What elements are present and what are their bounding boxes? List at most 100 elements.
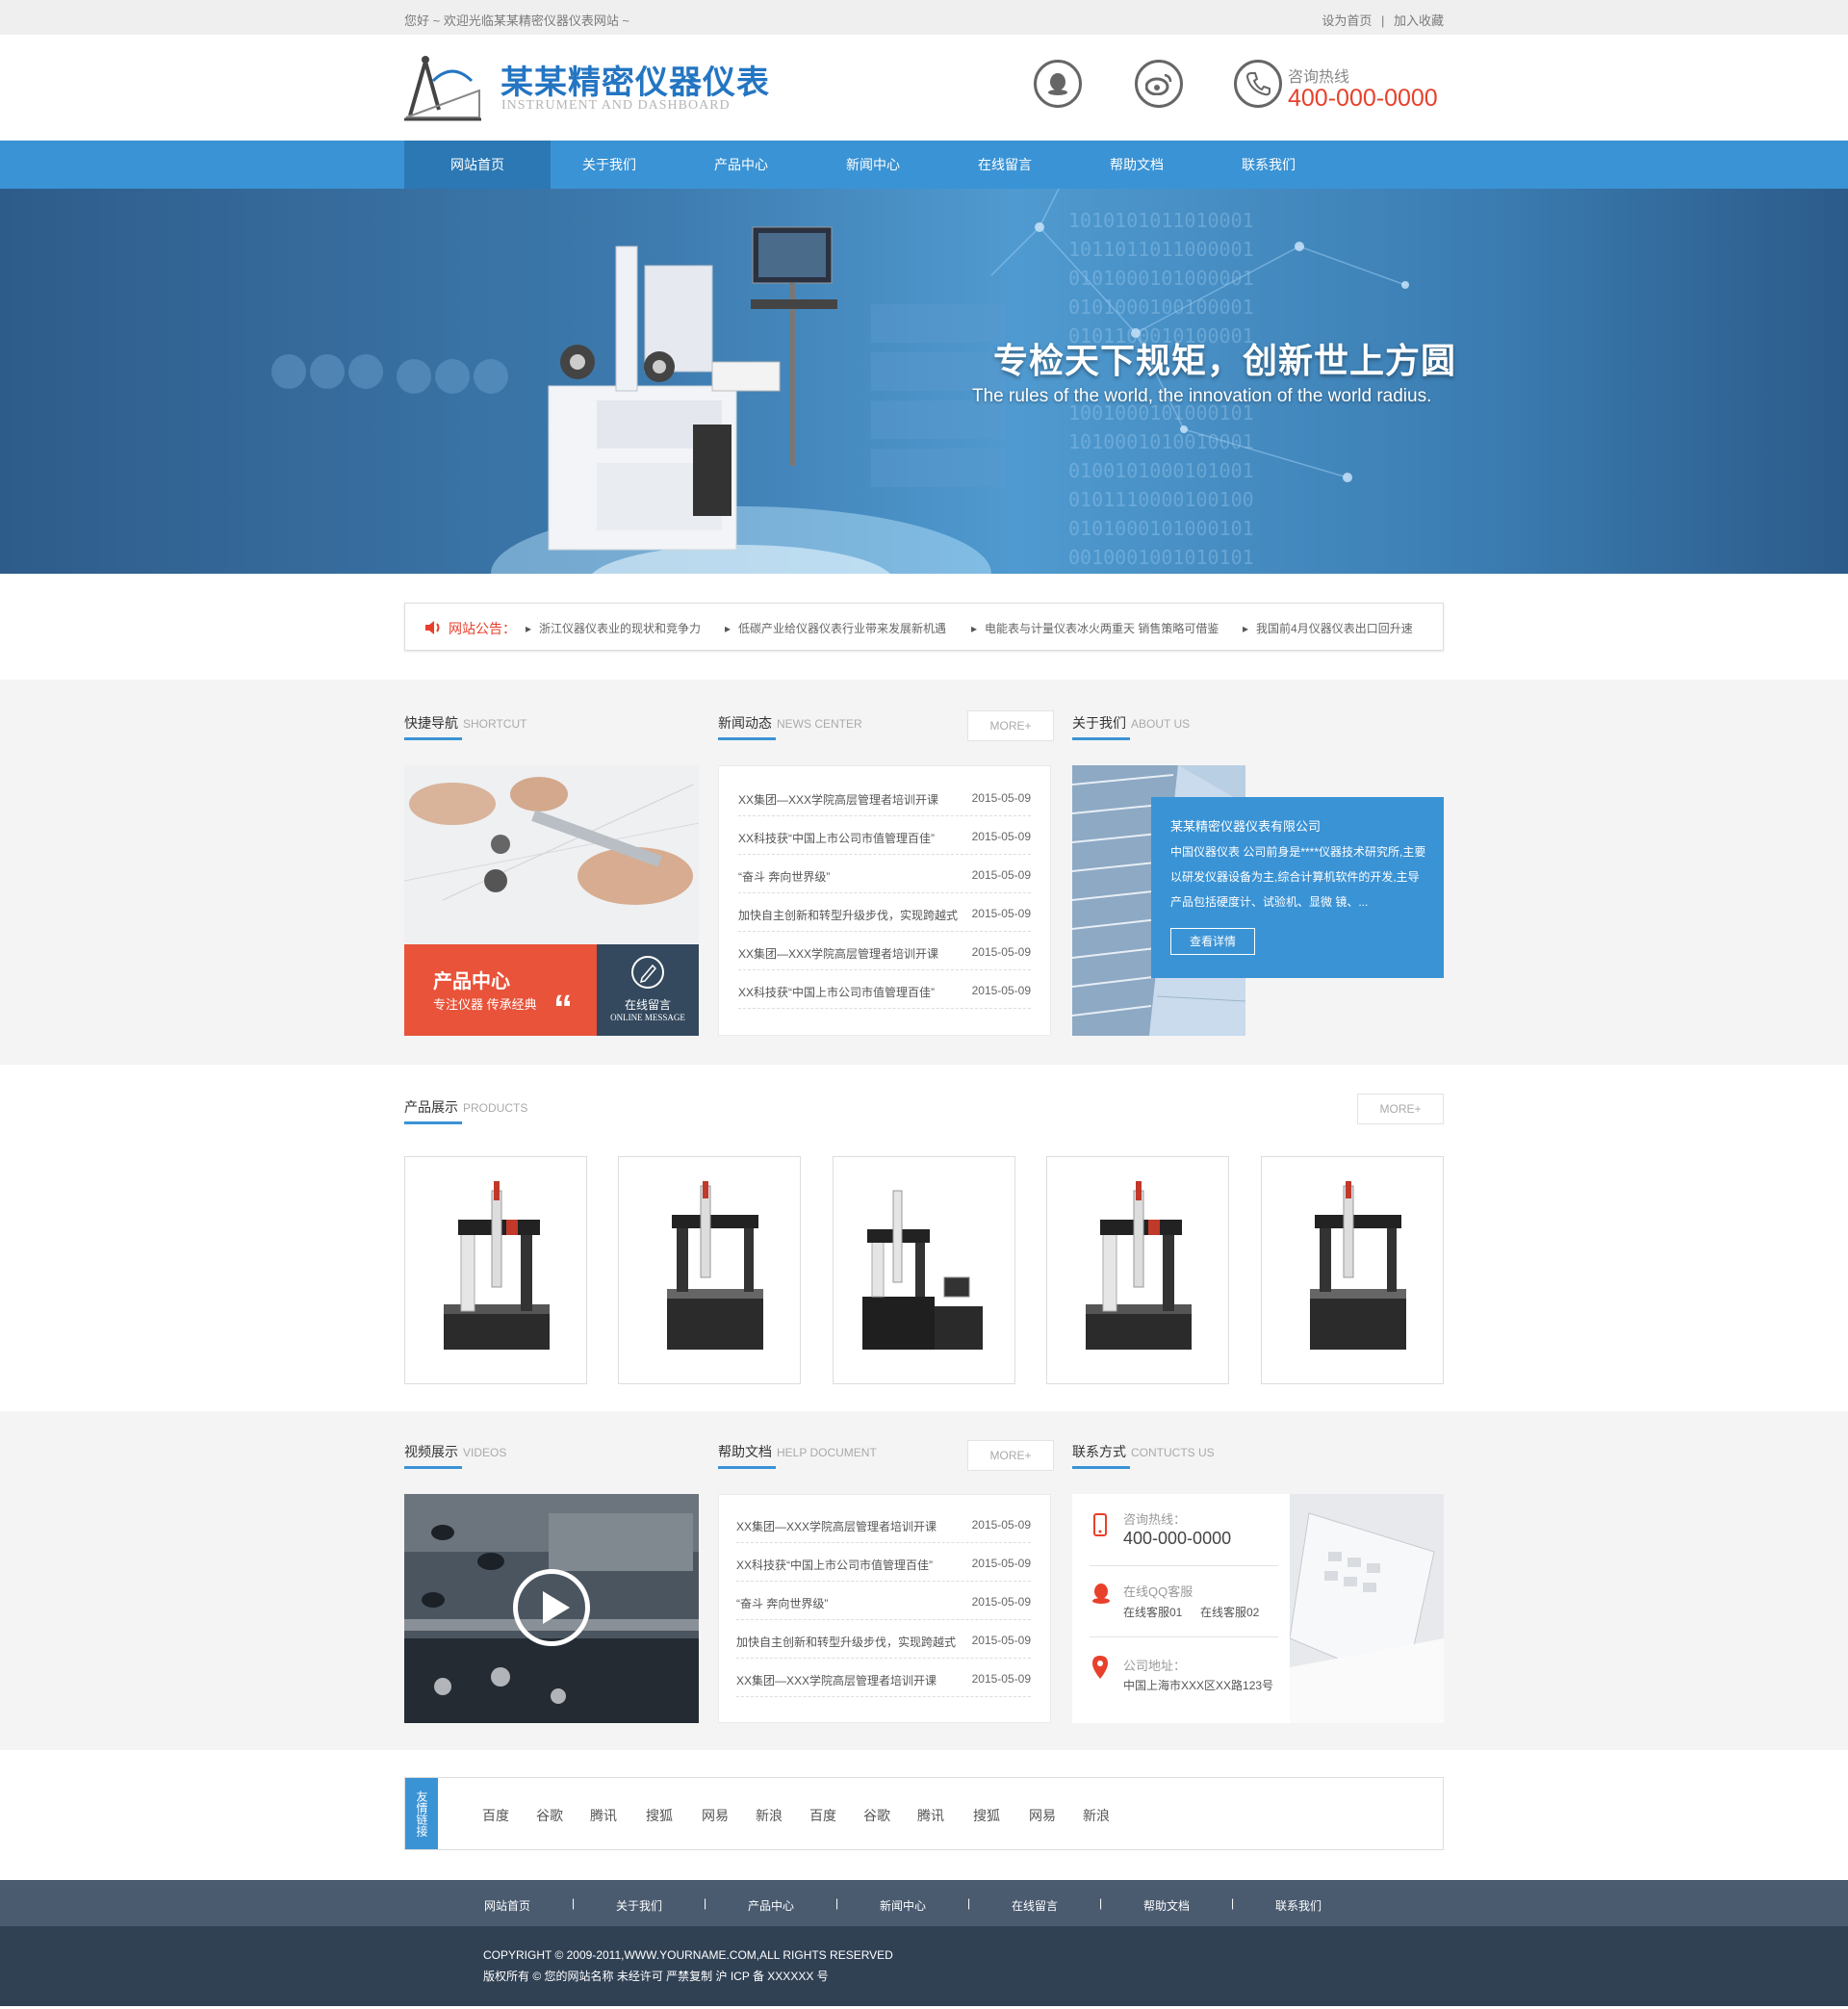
product-center-tile[interactable]: 产品中心 专注仪器 传承经典 “ bbox=[404, 944, 597, 1036]
friend-link[interactable]: 谷歌 bbox=[536, 1806, 563, 1825]
help-title[interactable]: XX集团—XXX学院高层管理者培训开课 bbox=[736, 1518, 937, 1534]
compass-logo-icon[interactable] bbox=[404, 52, 481, 121]
footer-link-message[interactable]: 在线留言 bbox=[1012, 1897, 1058, 1914]
notice-item[interactable]: 电能表与计量仪表冰火两重天 销售策略可借鉴 bbox=[971, 620, 1219, 636]
list-item[interactable]: XX集团—XXX学院高层管理者培训开课 2015-05-09 bbox=[738, 778, 1031, 816]
bookmark-link[interactable]: 加入收藏 bbox=[1394, 13, 1444, 28]
nav-message[interactable]: 在线留言 bbox=[932, 141, 1078, 189]
friend-link[interactable]: 网易 bbox=[702, 1806, 729, 1825]
friend-link[interactable]: 搜狐 bbox=[973, 1806, 1000, 1825]
list-item[interactable]: XX集团—XXX学院高层管理者培训开课 2015-05-09 bbox=[736, 1659, 1031, 1697]
header: 某某精密仪器仪表 INSTRUMENT AND DASHBOARD 咨询热线 4… bbox=[0, 35, 1848, 141]
footer-link-news[interactable]: 新闻中心 bbox=[880, 1897, 926, 1914]
friend-link[interactable]: 腾讯 bbox=[590, 1806, 617, 1825]
list-item[interactable]: XX科技获“中国上市公司市值管理百佳” 2015-05-09 bbox=[738, 816, 1031, 855]
footer-link-help[interactable]: 帮助文档 bbox=[1143, 1897, 1190, 1914]
friend-link[interactable]: 搜狐 bbox=[646, 1806, 673, 1825]
nav-about[interactable]: 关于我们 bbox=[536, 141, 682, 189]
qq-service-1-link[interactable]: 在线客服01 bbox=[1123, 1604, 1182, 1620]
list-item[interactable]: XX科技获“中国上市公司市值管理百佳” 2015-05-09 bbox=[736, 1543, 1031, 1582]
friend-link[interactable]: 新浪 bbox=[756, 1806, 783, 1825]
footer-link-products[interactable]: 产品中心 bbox=[748, 1897, 794, 1914]
phone-icon bbox=[1234, 60, 1282, 108]
heading-en: SHORTCUT bbox=[463, 717, 527, 731]
notice-item[interactable]: 低碳产业给仪器仪表行业带来发展新机遇 bbox=[725, 620, 946, 636]
help-date: 2015-05-09 bbox=[971, 1634, 1031, 1647]
product-card[interactable] bbox=[833, 1156, 1015, 1384]
shortcut-image bbox=[404, 765, 699, 944]
help-title[interactable]: 加快自主创新和转型升级步伐，实现跨越式 bbox=[736, 1634, 956, 1650]
list-item[interactable]: XX集团—XXX学院高层管理者培训开课 2015-05-09 bbox=[736, 1505, 1031, 1543]
set-home-link[interactable]: 设为首页 bbox=[1322, 13, 1372, 28]
weibo-icon[interactable] bbox=[1135, 60, 1183, 108]
product-card[interactable] bbox=[1261, 1156, 1444, 1384]
heading-underline bbox=[404, 1466, 462, 1469]
cmm-machine-image bbox=[667, 1181, 763, 1350]
about-panel: 某某精密仪器仪表有限公司 中国仪器仪表 公司前身是****仪器技术研究所,主要以… bbox=[1151, 797, 1444, 978]
nav-products[interactable]: 产品中心 bbox=[668, 141, 814, 189]
footer-link-about[interactable]: 关于我们 bbox=[616, 1897, 662, 1914]
news-date: 2015-05-09 bbox=[971, 984, 1031, 997]
help-title[interactable]: XX科技获“中国上市公司市值管理百佳” bbox=[736, 1557, 933, 1573]
list-item[interactable]: XX科技获“中国上市公司市值管理百佳” 2015-05-09 bbox=[738, 970, 1031, 1009]
qq-icon[interactable] bbox=[1034, 60, 1082, 108]
nav-help[interactable]: 帮助文档 bbox=[1064, 141, 1210, 189]
svg-text:1011011011000001: 1011011011000001 bbox=[1068, 238, 1254, 261]
friend-link[interactable]: 谷歌 bbox=[863, 1806, 890, 1825]
notice-item[interactable]: 我国前4月仪器仪表出口回升速 bbox=[1243, 620, 1413, 636]
brand-name[interactable]: 某某精密仪器仪表 bbox=[500, 56, 770, 103]
qq-penguin-icon bbox=[1092, 1584, 1110, 1604]
nav-news[interactable]: 新闻中心 bbox=[800, 141, 946, 189]
help-title[interactable]: “奋斗 奔向世界级” bbox=[736, 1595, 828, 1611]
separator: | bbox=[835, 1896, 839, 1910]
news-heading: 新闻动态 NEWS CENTER bbox=[718, 713, 862, 733]
list-item[interactable]: “奋斗 奔向世界级” 2015-05-09 bbox=[738, 855, 1031, 893]
video-player[interactable] bbox=[404, 1494, 699, 1723]
news-title[interactable]: XX科技获“中国上市公司市值管理百佳” bbox=[738, 984, 935, 1000]
news-more-button[interactable]: MORE+ bbox=[967, 710, 1054, 741]
help-more-button[interactable]: MORE+ bbox=[967, 1440, 1054, 1471]
footer-link-contact[interactable]: 联系我们 bbox=[1275, 1897, 1322, 1914]
news-date: 2015-05-09 bbox=[971, 791, 1031, 805]
friend-link[interactable]: 百度 bbox=[482, 1806, 509, 1825]
news-date: 2015-05-09 bbox=[971, 830, 1031, 843]
friend-link[interactable]: 腾讯 bbox=[917, 1806, 944, 1825]
friend-link[interactable]: 百度 bbox=[809, 1806, 836, 1825]
list-item[interactable]: 加快自主创新和转型升级步伐，实现跨越式 2015-05-09 bbox=[736, 1620, 1031, 1659]
location-pin-icon bbox=[1092, 1656, 1108, 1679]
products-more-button[interactable]: MORE+ bbox=[1357, 1094, 1444, 1124]
news-title[interactable]: XX集团—XXX学院高层管理者培训开课 bbox=[738, 945, 938, 962]
product-card[interactable] bbox=[618, 1156, 801, 1384]
media-section: 视频展示 VIDEOS 帮助文档 HELP DOCUMENT MORE+ XX集团—… bbox=[0, 1411, 1848, 1750]
friend-link[interactable]: 新浪 bbox=[1083, 1806, 1110, 1825]
welcome-text: 您好 ~ 欢迎光临某某精密仪器仪表网站 ~ bbox=[404, 13, 630, 28]
product-card[interactable] bbox=[1046, 1156, 1229, 1384]
nav-contact[interactable]: 联系我们 bbox=[1195, 141, 1342, 189]
product-card[interactable] bbox=[404, 1156, 587, 1384]
cmm-machine-image bbox=[1310, 1181, 1406, 1350]
heading-text: 联系方式 bbox=[1072, 1444, 1126, 1459]
news-title[interactable]: “奋斗 奔向世界级” bbox=[738, 868, 830, 885]
friend-link[interactable]: 网易 bbox=[1029, 1806, 1056, 1825]
online-message-tile[interactable]: 在线留言 ONLINE MESSAGE bbox=[597, 944, 699, 1036]
news-title[interactable]: 加快自主创新和转型升级步伐，实现跨越式 bbox=[738, 907, 958, 923]
product-tile-subtitle: 专注仪器 传承经典 bbox=[433, 997, 537, 1012]
list-item[interactable]: XX集团—XXX学院高层管理者培训开课 2015-05-09 bbox=[738, 932, 1031, 970]
footer-link-home[interactable]: 网站首页 bbox=[484, 1897, 530, 1914]
list-item[interactable]: “奋斗 奔向世界级” 2015-05-09 bbox=[736, 1582, 1031, 1620]
speaker-icon bbox=[425, 621, 440, 634]
help-title[interactable]: XX集团—XXX学院高层管理者培训开课 bbox=[736, 1672, 937, 1688]
pen-icon bbox=[631, 956, 664, 989]
help-list: XX集团—XXX学院高层管理者培训开课 2015-05-09 XX科技获“中国上市… bbox=[718, 1494, 1051, 1723]
news-title[interactable]: XX集团—XXX学院高层管理者培训开课 bbox=[738, 791, 938, 808]
svg-text:0101000101000101: 0101000101000101 bbox=[1068, 517, 1254, 540]
qq-service-2-link[interactable]: 在线客服02 bbox=[1200, 1604, 1259, 1620]
help-date: 2015-05-09 bbox=[971, 1595, 1031, 1609]
list-item[interactable]: 加快自主创新和转型升级步伐，实现跨越式 2015-05-09 bbox=[738, 893, 1031, 932]
nav-home[interactable]: 网站首页 bbox=[404, 141, 551, 189]
notice-item[interactable]: 浙江仪器仪表业的现状和竞争力 bbox=[526, 620, 701, 636]
news-title[interactable]: XX科技获“中国上市公司市值管理百佳” bbox=[738, 830, 935, 846]
play-button-icon[interactable] bbox=[513, 1569, 590, 1646]
contact-heading: 联系方式 CONTUCTS US bbox=[1072, 1442, 1215, 1461]
view-details-button[interactable]: 查看详情 bbox=[1170, 928, 1255, 955]
